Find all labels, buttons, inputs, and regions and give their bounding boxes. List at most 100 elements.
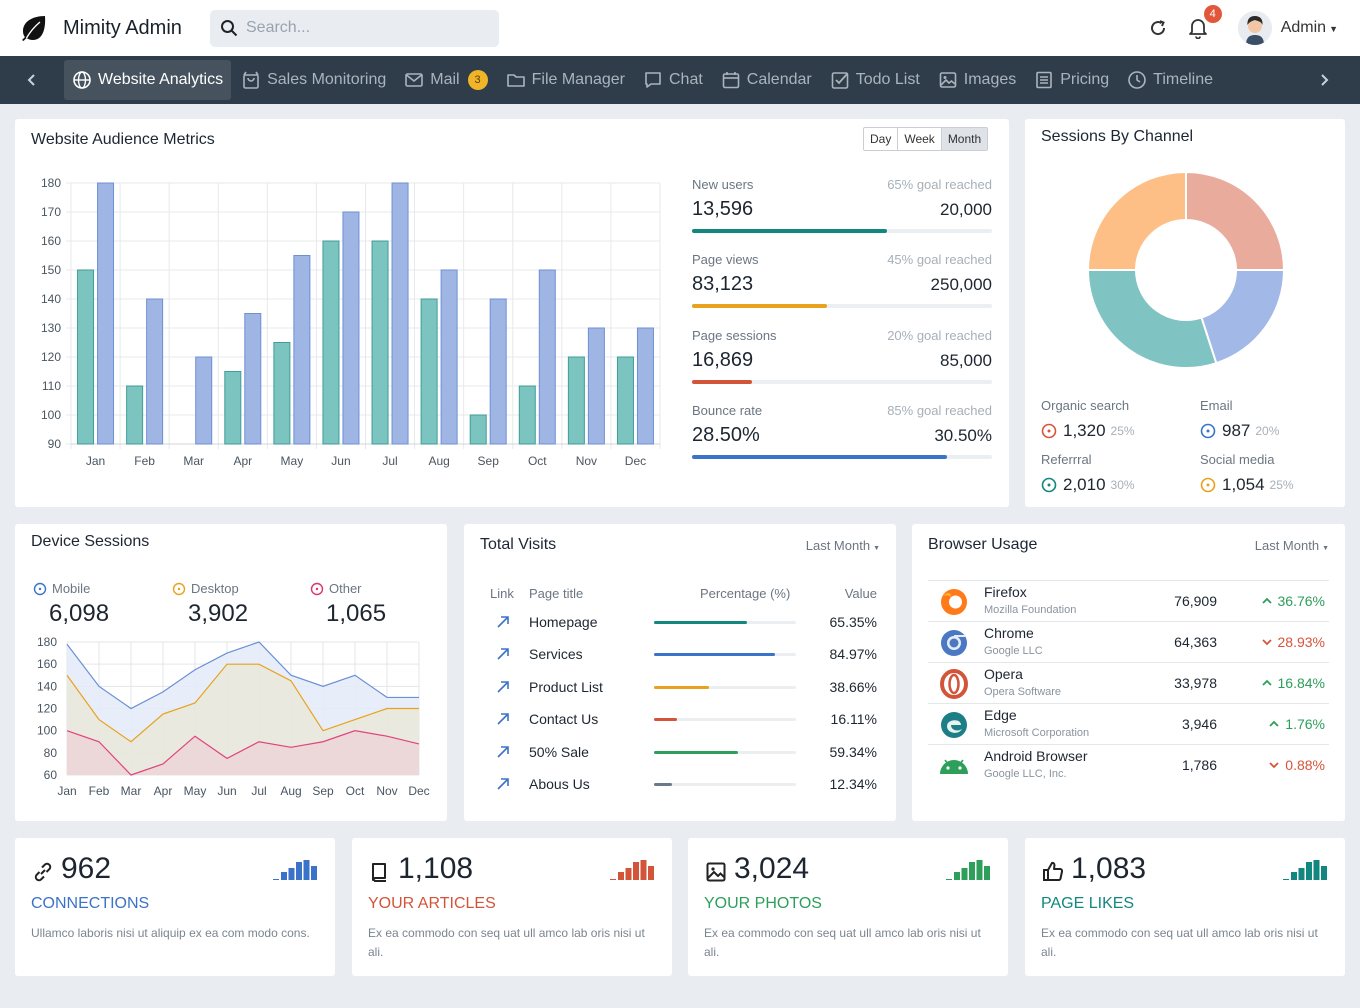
- stat-label: Bounce rate: [692, 403, 763, 418]
- external-link-icon[interactable]: [495, 614, 511, 633]
- stat-goal: 20% goal reached: [887, 328, 992, 343]
- channel-pct: 25%: [1269, 478, 1294, 492]
- external-link-icon[interactable]: [495, 711, 511, 730]
- browser-change: 0.88%: [1268, 757, 1325, 773]
- caret-down-icon: ▼: [1322, 545, 1329, 552]
- visit-value: 65.35%: [829, 614, 877, 630]
- visit-row: Services 84.97%: [464, 646, 896, 678]
- channel-donut-chart: [1086, 170, 1286, 369]
- mini-bar-chart-icon: [946, 860, 990, 880]
- external-link-icon[interactable]: [495, 776, 511, 795]
- search-box[interactable]: [210, 9, 499, 47]
- y-tick-label: 120: [37, 702, 57, 716]
- nav-item-calendar[interactable]: Calendar: [713, 60, 820, 100]
- leaf-logo-icon: [22, 16, 46, 41]
- visit-progress: [654, 653, 796, 657]
- android-icon: [940, 759, 968, 774]
- mini-bar: [1298, 868, 1305, 880]
- stat-total: 20,000: [940, 200, 992, 219]
- channel-value: 987: [1222, 421, 1251, 440]
- range-toggle: Day Week Month: [863, 127, 989, 151]
- external-link-icon[interactable]: [495, 679, 511, 698]
- stat-page-sessions: Page sessions 20% goal reached 16,869 85,0…: [692, 328, 992, 384]
- x-tick-label: Feb: [89, 784, 110, 798]
- visit-page-title: Homepage: [529, 614, 598, 630]
- stat-progress-fill: [692, 229, 887, 233]
- visit-page-title: Abous Us: [529, 776, 590, 792]
- bar: [371, 240, 389, 445]
- nav-item-todo-list[interactable]: Todo List: [822, 60, 928, 100]
- nav-scroll-right-button[interactable]: [1288, 56, 1360, 104]
- nav-item-chat[interactable]: Chat: [635, 60, 711, 100]
- mail-count-badge: 3: [467, 70, 488, 90]
- device-area-chart: 60 80 100 120 140 160 180 Jan Feb Mar Apr May Jun Jul…: [37, 636, 430, 798]
- chevron-up-icon: [1269, 720, 1279, 727]
- stat-goal: 65% goal reached: [887, 177, 992, 192]
- brand[interactable]: Mimity Admin: [20, 14, 210, 42]
- range-day-button[interactable]: Day: [864, 128, 899, 150]
- x-tick-label: Nov: [576, 454, 597, 468]
- sessions-channel-title: Sessions By Channel: [1041, 128, 1194, 145]
- circle-dot-icon: [1200, 423, 1216, 439]
- y-tick-label: 170: [41, 205, 61, 219]
- nav-item-images[interactable]: Images: [930, 60, 1024, 100]
- mini-bar: [969, 862, 975, 880]
- mini-bar: [640, 860, 647, 880]
- avatar[interactable]: [1237, 11, 1272, 45]
- external-link-icon[interactable]: [495, 646, 511, 665]
- filter-label: Last Month: [805, 538, 871, 553]
- summary-card-connections: 962 CONNECTIONS Ullamco laboris nisi ut …: [15, 838, 335, 976]
- summary-value: 3,024: [734, 852, 810, 885]
- chevron-up-icon: [1261, 679, 1272, 686]
- nav-item-website-analytics[interactable]: Website Analytics: [64, 60, 232, 100]
- nav-item-timeline[interactable]: Timeline: [1119, 60, 1221, 100]
- x-tick-label: Jan: [86, 454, 105, 468]
- x-tick-label: Dec: [408, 784, 429, 798]
- visits-filter-dropdown[interactable]: Last Month ▼: [806, 538, 880, 553]
- x-tick-label: Mar: [121, 784, 142, 798]
- image-icon: [706, 862, 726, 882]
- globe-icon: [73, 71, 91, 89]
- nav-label: Pricing: [1060, 71, 1110, 88]
- nav-label: Website Analytics: [98, 71, 224, 88]
- stat-progress-fill: [692, 304, 827, 308]
- stat-goal: 45% goal reached: [887, 252, 992, 267]
- y-tick-label: 110: [42, 379, 61, 393]
- x-tick-label: Oct: [528, 454, 547, 468]
- bar: [636, 327, 654, 445]
- y-tick-label: 140: [37, 679, 57, 693]
- search-input[interactable]: [246, 19, 486, 37]
- mail-icon: [405, 73, 424, 87]
- browser-filter-dropdown[interactable]: Last Month ▼: [1255, 538, 1329, 553]
- visit-row: Abous Us 12.34%: [464, 776, 896, 808]
- y-tick-label: 90: [48, 437, 62, 451]
- range-month-button[interactable]: Month: [941, 128, 988, 150]
- visit-progress-fill: [654, 718, 677, 722]
- device-label: Mobile: [52, 581, 91, 596]
- nav-scroll-left-button[interactable]: [0, 56, 64, 104]
- notifications-button[interactable]: 4: [1186, 5, 1222, 40]
- nav-label: Images: [963, 71, 1017, 88]
- browser-change: 16.84%: [1261, 675, 1325, 691]
- visit-progress-fill: [654, 685, 709, 689]
- nav-item-mail[interactable]: Mail 3: [396, 60, 495, 100]
- nav-item-file-manager[interactable]: File Manager: [498, 60, 633, 100]
- bar: [518, 385, 536, 445]
- refresh-button[interactable]: [1146, 16, 1170, 40]
- bar: [616, 356, 634, 445]
- nav-item-sales-monitoring[interactable]: Sales Monitoring: [233, 60, 394, 100]
- image-icon: [939, 72, 957, 88]
- nav-item-pricing[interactable]: Pricing: [1026, 60, 1117, 100]
- visit-progress: [654, 718, 796, 722]
- range-week-button[interactable]: Week: [898, 128, 942, 150]
- mini-bar: [311, 866, 317, 880]
- summary-title: YOUR PHOTOS: [704, 895, 822, 912]
- mini-bar: [288, 868, 295, 880]
- user-avatar-icon: [1237, 11, 1272, 45]
- external-link-icon[interactable]: [495, 744, 511, 763]
- stat-progress-fill: [692, 380, 752, 384]
- user-menu[interactable]: Admin ▼: [1281, 19, 1338, 37]
- refresh-icon: [1150, 20, 1165, 36]
- stat-value: 83,123: [692, 273, 754, 295]
- mini-bar: [1321, 866, 1327, 880]
